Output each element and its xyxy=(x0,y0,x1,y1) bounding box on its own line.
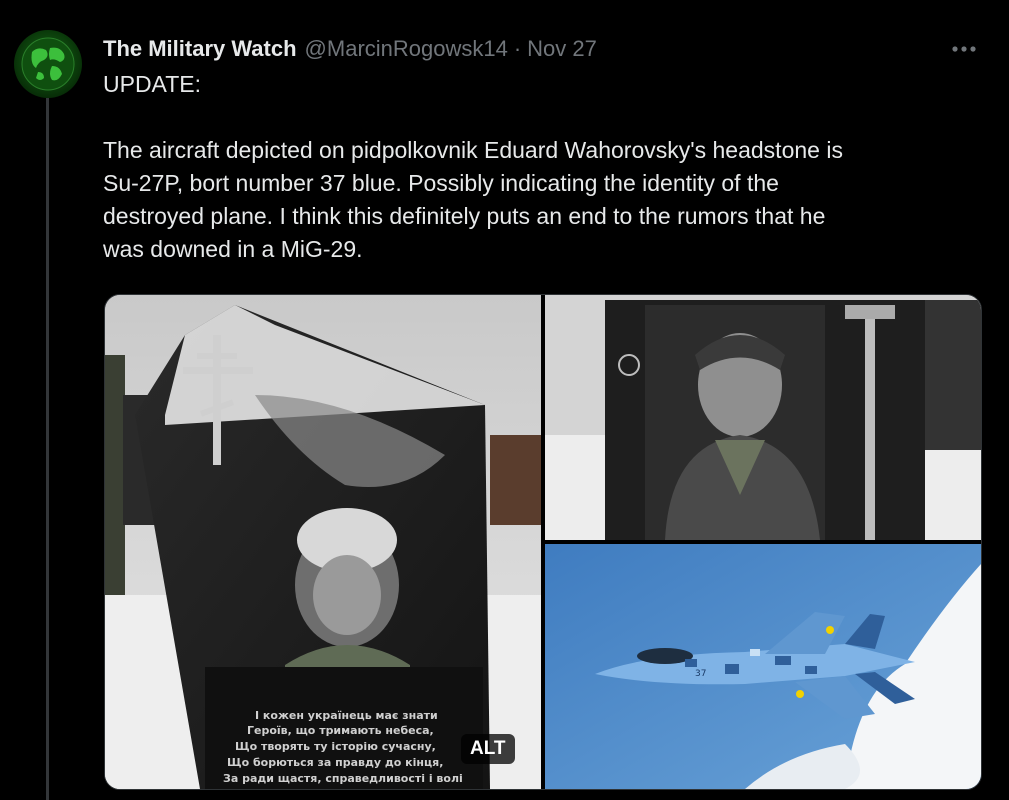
tweet-text-line: destroyed plane. I think this definitely… xyxy=(103,203,826,229)
inscription-line: І кожен українець має знати xyxy=(255,709,438,722)
photo-headstone[interactable]: І кожен українець має знати Героїв, що т… xyxy=(105,295,541,789)
author-handle[interactable]: @MarcinRogowsk14 xyxy=(305,36,508,62)
thread-line xyxy=(46,98,49,800)
headstone-image: І кожен українець має знати Героїв, що т… xyxy=(105,295,541,789)
tweet-text-line: The aircraft depicted on pidpolkovnik Ed… xyxy=(103,137,843,163)
photo-aircraft[interactable]: 37 xyxy=(545,544,981,789)
tweet-date[interactable]: Nov 27 xyxy=(527,36,597,62)
portrait-image xyxy=(545,295,981,540)
avatar[interactable] xyxy=(14,30,82,98)
tweet-text-line: was downed in a MiG-29. xyxy=(103,236,363,262)
aircraft-number: 37 xyxy=(695,669,706,679)
photo-portrait[interactable] xyxy=(545,295,981,540)
inscription-line: Героїв, що тримають небеса, xyxy=(247,724,434,737)
tweet-header: The Military Watch @MarcinRogowsk14 · No… xyxy=(103,34,989,64)
more-horizontal-icon xyxy=(952,46,976,52)
globe-icon xyxy=(21,37,75,91)
inscription-line: За ради щастя, справедливості і волі xyxy=(223,772,463,785)
tweet-text-line: Su-27P, bort number 37 blue. Possibly in… xyxy=(103,170,779,196)
tweet-text-line: UPDATE: xyxy=(103,71,201,97)
aircraft-image: 37 xyxy=(545,544,981,789)
tweet-text: UPDATE: The aircraft depicted on pidpolk… xyxy=(103,68,983,266)
alt-badge[interactable]: ALT xyxy=(461,734,515,764)
inscription-line: Що борються за правду до кінця, xyxy=(227,756,443,769)
author-name[interactable]: The Military Watch xyxy=(103,36,297,62)
media-grid: І кожен українець має знати Героїв, що т… xyxy=(104,294,982,790)
more-options-button[interactable] xyxy=(947,32,981,66)
inscription-line: Що творять ту історію сучасну, xyxy=(235,740,436,753)
separator: · xyxy=(513,36,522,61)
